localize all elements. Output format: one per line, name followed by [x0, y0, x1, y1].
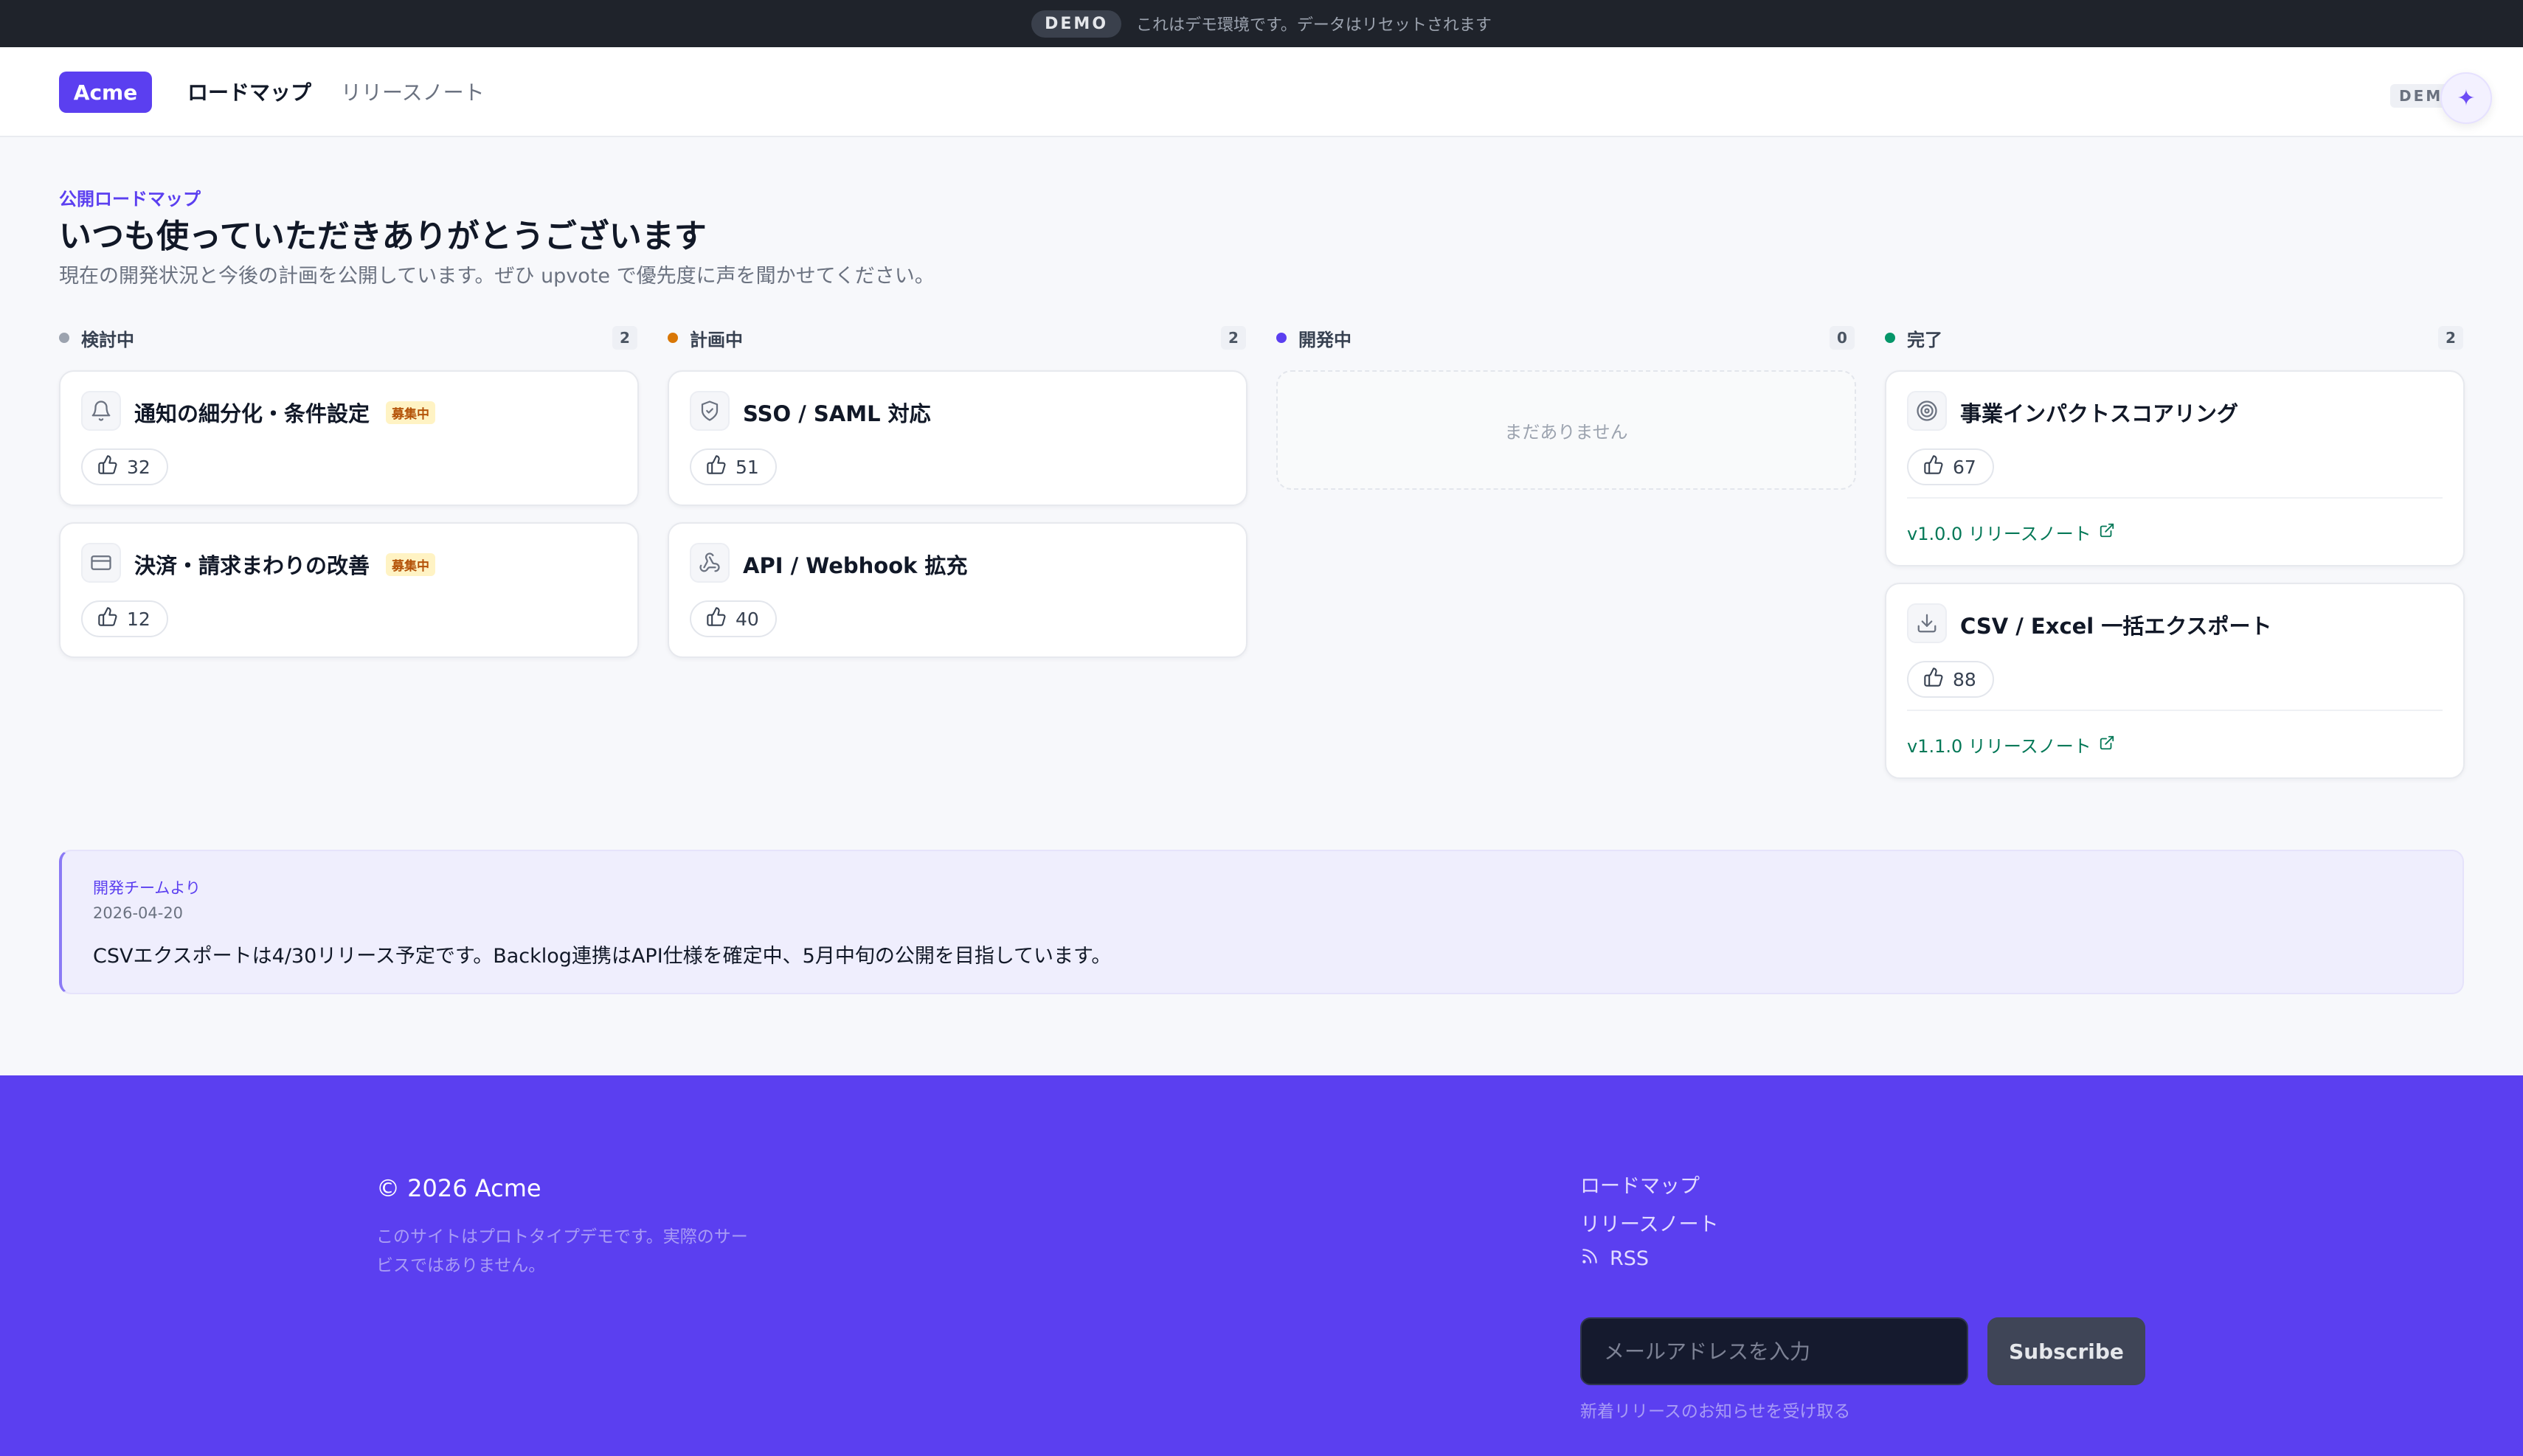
subscribe-button[interactable]: Subscribe [1987, 1317, 2145, 1385]
footer-copyright: © 2026 Acme [376, 1174, 541, 1202]
card-title-text: SSO / SAML 対応 [743, 401, 931, 426]
card-title-text: CSV / Excel 一括エクスポート [1960, 614, 2272, 639]
column-label: 検討中 [81, 329, 134, 350]
card-title-text: 事業インパクトスコアリング [1960, 401, 2239, 426]
rss-label: RSS [1610, 1247, 1650, 1270]
column-count-considering: 2 [612, 326, 637, 350]
card-title: API / Webhook 拡充 [743, 549, 968, 580]
status-dot [59, 333, 69, 343]
demo-pill: DEMO [1031, 10, 1122, 38]
roadmap-card[interactable]: 通知の細分化・条件設定 募集中 32 [59, 370, 639, 506]
thumbs-up-icon [706, 454, 727, 479]
card-divider [1907, 497, 2443, 499]
release-note-link[interactable]: v1.0.0 リリースノート [1907, 519, 2115, 545]
column-label: 完了 [1907, 329, 1942, 350]
demo-banner: DEMO これはデモ環境です。データはリセットされます [0, 0, 2523, 47]
status-dot [668, 333, 678, 343]
column-header-done: 完了 [1885, 325, 1942, 351]
recruiting-badge: 募集中 [386, 401, 436, 424]
sparkle-icon[interactable]: ✦ [2440, 72, 2492, 124]
credit-card-icon [81, 543, 121, 583]
roadmap-card[interactable]: SSO / SAML 対応 51 [668, 370, 1247, 506]
roadmap-card[interactable]: 事業インパクトスコアリング 67 v1.0.0 リリースノート [1885, 370, 2465, 566]
site-footer: © 2026 Acme このサイトはプロトタイプデモです。実際のサービスではあり… [0, 1075, 2523, 1456]
status-dot [1885, 333, 1895, 343]
download-icon [1907, 603, 1947, 643]
upvote-button[interactable]: 88 [1907, 661, 1994, 698]
roadmap-card[interactable]: API / Webhook 拡充 40 [668, 522, 1247, 658]
upvote-button[interactable]: 12 [81, 600, 168, 637]
card-title: 通知の細分化・条件設定 募集中 [134, 397, 436, 428]
thumbs-up-icon [97, 606, 118, 631]
announcement-label: 開発チームより [93, 879, 201, 897]
upvote-button[interactable]: 40 [690, 600, 777, 637]
roadmap-card[interactable]: 決済・請求まわりの改善 募集中 12 [59, 522, 639, 658]
announcement-date: 2026-04-20 [93, 904, 184, 922]
recruiting-badge: 募集中 [386, 552, 436, 576]
column-count-in-progress: 0 [1830, 326, 1855, 350]
upvote-button[interactable]: 67 [1907, 448, 1994, 485]
upvote-button[interactable]: 32 [81, 448, 168, 485]
announcement-body: CSVエクスポートは4/30リリース予定です。Backlog連携はAPI仕様を確… [93, 945, 1112, 968]
webhook-icon [690, 543, 730, 583]
card-title: 事業インパクトスコアリング [1960, 397, 2238, 428]
column-count-planned: 2 [1221, 326, 1246, 350]
footer-link-roadmap[interactable]: ロードマップ [1580, 1170, 1700, 1199]
target-icon [1907, 391, 1947, 431]
vote-count: 40 [736, 608, 759, 630]
column-label: 開発中 [1298, 329, 1352, 350]
shield-check-icon [690, 391, 730, 431]
vote-count: 88 [1953, 668, 1976, 690]
demo-banner-text: これはデモ環境です。データはリセットされます [1136, 16, 1492, 35]
column-header-considering: 検討中 [59, 325, 134, 351]
status-dot [1276, 333, 1287, 343]
card-divider [1907, 710, 2443, 711]
footer-link-rss[interactable]: RSS [1580, 1247, 1649, 1271]
external-link-icon [2099, 735, 2115, 755]
page-eyebrow: 公開ロードマップ [59, 189, 201, 209]
email-input[interactable] [1580, 1317, 1968, 1385]
release-note-link[interactable]: v1.1.0 リリースノート [1907, 732, 2115, 758]
footer-link-release-notes[interactable]: リリースノート [1580, 1208, 1719, 1237]
nav-release-notes[interactable]: リリースノート [341, 77, 485, 106]
vote-count: 51 [736, 456, 759, 478]
empty-column-placeholder: まだありません [1276, 370, 1856, 490]
footer-disclaimer: このサイトはプロトタイプデモです。実際のサービスではありません。 [376, 1227, 748, 1276]
vote-count: 12 [127, 608, 150, 630]
card-title-text: 通知の細分化・条件設定 [134, 401, 370, 426]
thumbs-up-icon [1923, 667, 1944, 692]
vote-count: 67 [1953, 456, 1976, 478]
column-header-planned: 計画中 [668, 325, 743, 351]
card-title: 決済・請求まわりの改善 募集中 [134, 549, 436, 580]
subscribe-hint: 新着リリースのお知らせを受け取る [1580, 1402, 1851, 1421]
external-link-icon [2099, 522, 2115, 543]
upvote-button[interactable]: 51 [690, 448, 777, 485]
thumbs-up-icon [706, 606, 727, 631]
thumbs-up-icon [97, 454, 118, 479]
release-link-text: v1.0.0 リリースノート [1907, 524, 2091, 544]
column-header-in-progress: 開発中 [1276, 325, 1352, 351]
release-link-text: v1.1.0 リリースノート [1907, 736, 2091, 757]
card-title-text: 決済・請求まわりの改善 [134, 553, 370, 578]
bell-icon [81, 391, 121, 431]
acme-logo[interactable]: Acme [59, 72, 152, 113]
team-announcement: 開発チームより 2026-04-20 CSVエクスポートは4/30リリース予定で… [59, 850, 2464, 994]
thumbs-up-icon [1923, 454, 1944, 479]
card-title-text: API / Webhook 拡充 [743, 553, 968, 578]
page-description: 現在の開発状況と今後の計画を公開しています。ぜひ upvote で優先度に声を聞… [59, 265, 935, 288]
rss-icon [1580, 1247, 1599, 1271]
vote-count: 32 [127, 456, 150, 478]
column-count-done: 2 [2438, 326, 2463, 350]
roadmap-card[interactable]: CSV / Excel 一括エクスポート 88 v1.1.0 リリースノート [1885, 583, 2465, 779]
column-label: 計画中 [690, 329, 743, 350]
site-header: Acme ロードマップ リリースノート DEMO ✦ [0, 47, 2523, 137]
card-title: CSV / Excel 一括エクスポート [1960, 609, 2271, 640]
page-title: いつも使っていただきありがとうございます [59, 218, 707, 255]
nav-roadmap[interactable]: ロードマップ [187, 77, 311, 106]
card-title: SSO / SAML 対応 [743, 397, 931, 428]
